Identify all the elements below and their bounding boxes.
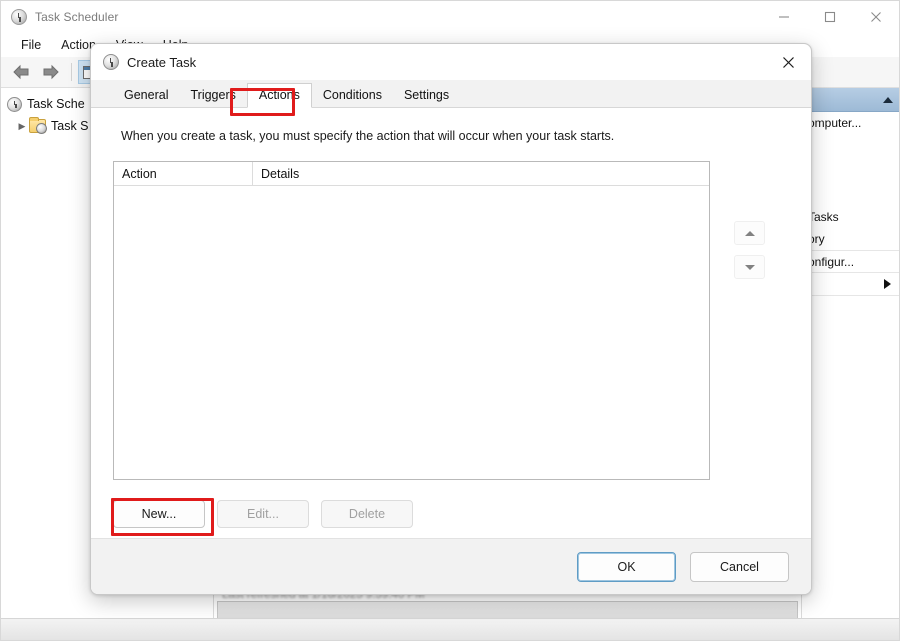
- actions-grid-row: Action Details: [113, 161, 789, 480]
- triangle-up-icon: [744, 230, 755, 236]
- dialog-footer: OK Cancel: [91, 538, 811, 594]
- cancel-button[interactable]: Cancel: [690, 551, 789, 582]
- actions-grid-body[interactable]: [114, 186, 709, 479]
- new-action-button[interactable]: New...: [113, 500, 205, 528]
- screen: Task Scheduler File Action View Help: [0, 0, 900, 641]
- task-list-ghost-panel: [217, 601, 798, 618]
- action-at-service-account-configuration[interactable]: onfigur...: [802, 250, 899, 272]
- tree-node-label: Task S: [51, 119, 89, 133]
- ok-button[interactable]: OK: [577, 551, 676, 582]
- actions-pane: omputer... Tasks ory onfigur...: [802, 88, 899, 618]
- window-title: Task Scheduler: [35, 9, 119, 24]
- actions-grid-header: Action Details: [114, 161, 709, 186]
- actions-pane-spacer: [802, 134, 899, 206]
- column-header-details[interactable]: Details: [253, 162, 709, 186]
- create-task-dialog: Create Task General Triggers Actions Con…: [90, 43, 812, 595]
- caret-up-icon[interactable]: [883, 96, 893, 103]
- window-titlebar: Task Scheduler: [1, 1, 899, 32]
- actions-tab-panel: When you create a task, you must specify…: [91, 108, 811, 538]
- maximize-button[interactable]: [807, 1, 853, 32]
- move-up-button[interactable]: [734, 221, 765, 245]
- caret-right-icon[interactable]: [884, 279, 891, 289]
- tab-actions[interactable]: Actions: [246, 83, 312, 108]
- delete-action-button[interactable]: Delete: [321, 500, 413, 528]
- clock-icon: [7, 96, 22, 112]
- actions-grid[interactable]: Action Details: [113, 161, 710, 480]
- close-button[interactable]: [853, 1, 899, 32]
- action-enable-all-tasks-history[interactable]: ory: [802, 228, 899, 250]
- statusbar: [1, 618, 899, 640]
- triangle-down-icon: [744, 264, 755, 270]
- folder-clock-icon: [29, 117, 47, 134]
- dialog-close-button[interactable]: [765, 44, 811, 80]
- toolbar-separator: [71, 63, 72, 81]
- minimize-button[interactable]: [761, 1, 807, 32]
- action-display-all-running-tasks[interactable]: Tasks: [802, 206, 899, 228]
- actions-intro-text: When you create a task, you must specify…: [121, 129, 615, 143]
- actions-buttons-row: New... Edit... Delete: [113, 480, 789, 538]
- tab-conditions[interactable]: Conditions: [312, 84, 393, 107]
- tab-settings[interactable]: Settings: [393, 84, 460, 107]
- move-down-button[interactable]: [734, 255, 765, 279]
- chevron-right-icon[interactable]: ▶: [15, 119, 29, 133]
- forward-arrow-icon[interactable]: [37, 60, 65, 84]
- tree-node-label: Task Sche: [27, 97, 85, 111]
- edit-action-button[interactable]: Edit...: [217, 500, 309, 528]
- reorder-buttons: [710, 161, 789, 480]
- actions-pane-header[interactable]: [802, 88, 899, 112]
- dialog-titlebar: Create Task: [91, 44, 811, 80]
- actions-pane-submenu[interactable]: [802, 272, 899, 296]
- back-arrow-icon[interactable]: [7, 60, 35, 84]
- dialog-body: General Triggers Actions Conditions Sett…: [91, 80, 811, 594]
- tab-triggers[interactable]: Triggers: [179, 84, 246, 107]
- clock-icon: [103, 54, 119, 70]
- menu-file[interactable]: File: [11, 36, 51, 54]
- task-scheduler-icon: [11, 8, 27, 25]
- action-connect-to-another-computer[interactable]: omputer...: [802, 112, 899, 134]
- window-controls: [761, 1, 899, 32]
- dialog-tabstrip: General Triggers Actions Conditions Sett…: [91, 80, 811, 108]
- column-header-action[interactable]: Action: [114, 161, 253, 186]
- dialog-title: Create Task: [127, 54, 197, 70]
- tab-general[interactable]: General: [113, 84, 179, 107]
